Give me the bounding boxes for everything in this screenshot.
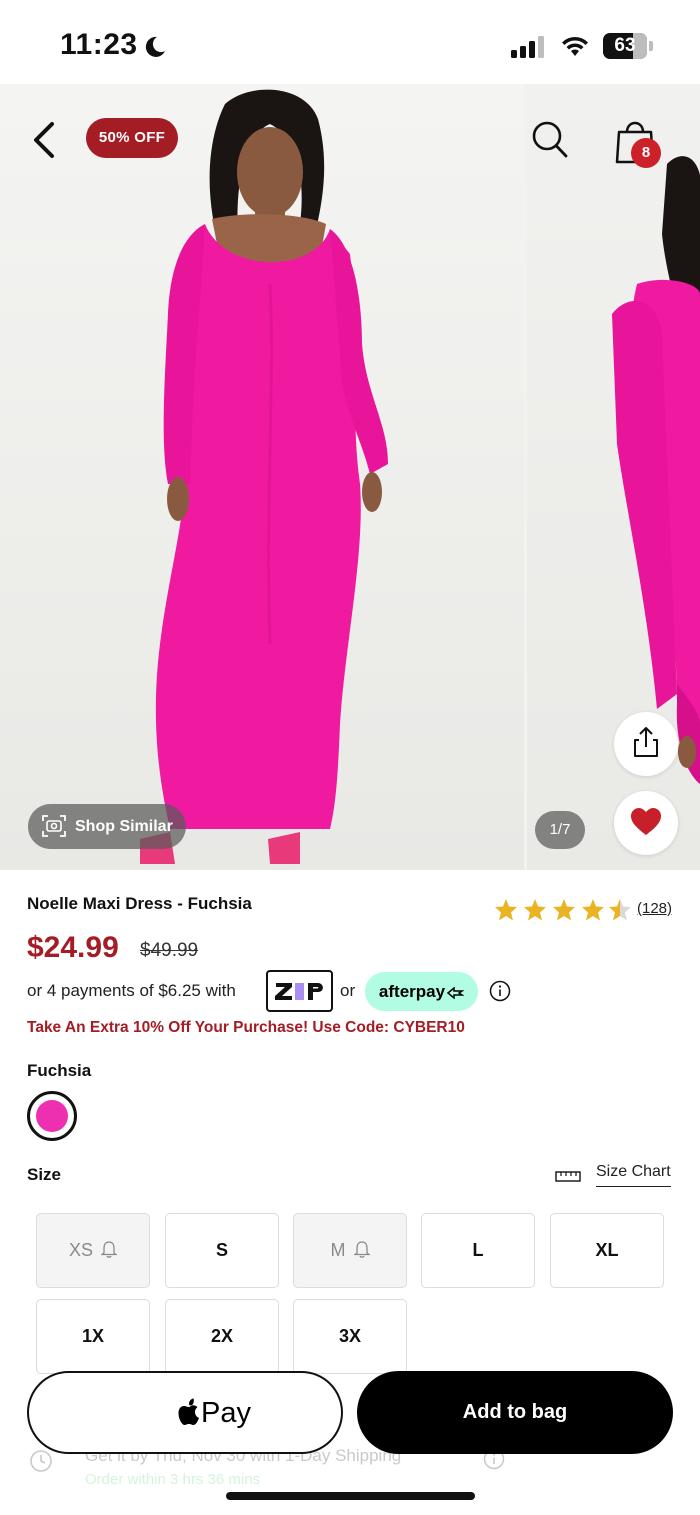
star-icon <box>553 899 575 921</box>
product-photo[interactable] <box>0 84 524 870</box>
apple-pay-label: Pay <box>201 1397 251 1429</box>
battery-level: 63 <box>614 35 636 56</box>
installments-text: or 4 payments of $6.25 with <box>27 981 236 1000</box>
order-cutoff-text: Order within 3 hrs 36 mins <box>85 1471 261 1488</box>
star-icon <box>524 899 546 921</box>
apple-logo-icon <box>178 1398 199 1425</box>
product-title: Noelle Maxi Dress - Fuchsia <box>27 894 252 913</box>
info-icon[interactable] <box>489 980 511 1002</box>
swatch-color <box>36 1100 68 1132</box>
model-dress-illustration <box>140 89 388 864</box>
battery-icon: 63 <box>603 33 653 59</box>
size-option-label: 2X <box>210 1326 234 1346</box>
home-indicator[interactable] <box>226 1492 475 1500</box>
size-label: Size <box>27 1165 62 1184</box>
wifi-icon <box>562 36 588 56</box>
afterpay-button[interactable]: afterpay <box>365 972 478 1011</box>
size-option-1x[interactable]: 1X <box>36 1299 150 1374</box>
sale-badge: 50% OFF <box>86 118 178 158</box>
original-price: $49.99 <box>140 940 199 961</box>
size-option-label: 3X <box>338 1326 362 1346</box>
star-icon <box>495 899 517 921</box>
notify-bell-icon <box>101 1241 117 1259</box>
share-icon <box>634 727 658 757</box>
size-chart-label: Size Chart <box>596 1163 671 1187</box>
camera-scan-icon <box>42 815 66 837</box>
image-counter: 1/7 <box>535 811 585 849</box>
moon-icon <box>145 36 165 57</box>
afterpay-label: afterpay <box>378 982 446 1001</box>
size-option-label: L <box>472 1240 484 1260</box>
back-arrow-icon[interactable] <box>26 118 64 162</box>
ruler-icon <box>555 1171 581 1182</box>
color-swatch-fuchsia[interactable] <box>27 1091 77 1141</box>
notify-bell-icon <box>353 1241 370 1259</box>
sale-price: $24.99 <box>27 931 119 964</box>
size-option-m[interactable]: M <box>293 1213 407 1288</box>
product-image-gallery[interactable]: 50% OFF 8 Shop Similar 1/7 <box>0 84 700 870</box>
apple-pay-button[interactable]: Pay <box>27 1371 343 1454</box>
size-option-2x[interactable]: 2X <box>165 1299 279 1374</box>
size-option-label: 1X <box>81 1326 105 1346</box>
status-time: 11:23 <box>60 28 138 61</box>
review-count-link[interactable]: (128) <box>637 900 672 917</box>
size-option-label: XS <box>68 1240 93 1260</box>
promo-banner: Take An Extra 10% Off Your Purchase! Use… <box>27 1019 465 1036</box>
add-to-bag-button[interactable]: Add to bag <box>357 1371 673 1454</box>
half-star-icon <box>609 899 630 921</box>
size-option-label: M <box>330 1240 346 1260</box>
color-label: Fuchsia <box>27 1061 92 1080</box>
rating-stars[interactable] <box>494 898 630 922</box>
afterpay-arrows-icon <box>446 985 465 1000</box>
status-bar: 11:23 63 <box>0 0 700 84</box>
heart-icon <box>631 808 661 835</box>
size-option-label: XL <box>595 1240 619 1260</box>
shop-similar-button[interactable]: Shop Similar <box>28 804 186 849</box>
size-chart-link[interactable]: Size Chart <box>555 1163 673 1191</box>
search-icon[interactable] <box>530 118 570 160</box>
cellular-signal-icon <box>511 36 544 58</box>
size-option-xl[interactable]: XL <box>550 1213 664 1288</box>
size-option-label: S <box>215 1240 228 1260</box>
cart-count-badge: 8 <box>631 138 661 168</box>
size-option-l[interactable]: L <box>421 1213 535 1288</box>
zip-logo <box>275 983 323 1000</box>
size-option-xs[interactable]: XS <box>36 1213 150 1288</box>
star-icon <box>582 899 604 921</box>
shop-similar-label: Shop Similar <box>75 818 173 835</box>
size-option-3x[interactable]: 3X <box>293 1299 407 1374</box>
favorite-button[interactable] <box>614 791 678 855</box>
size-option-s[interactable]: S <box>165 1213 279 1288</box>
zip-logo-button[interactable] <box>266 970 333 1012</box>
share-button[interactable] <box>614 712 678 776</box>
or-text: or <box>340 981 356 1000</box>
